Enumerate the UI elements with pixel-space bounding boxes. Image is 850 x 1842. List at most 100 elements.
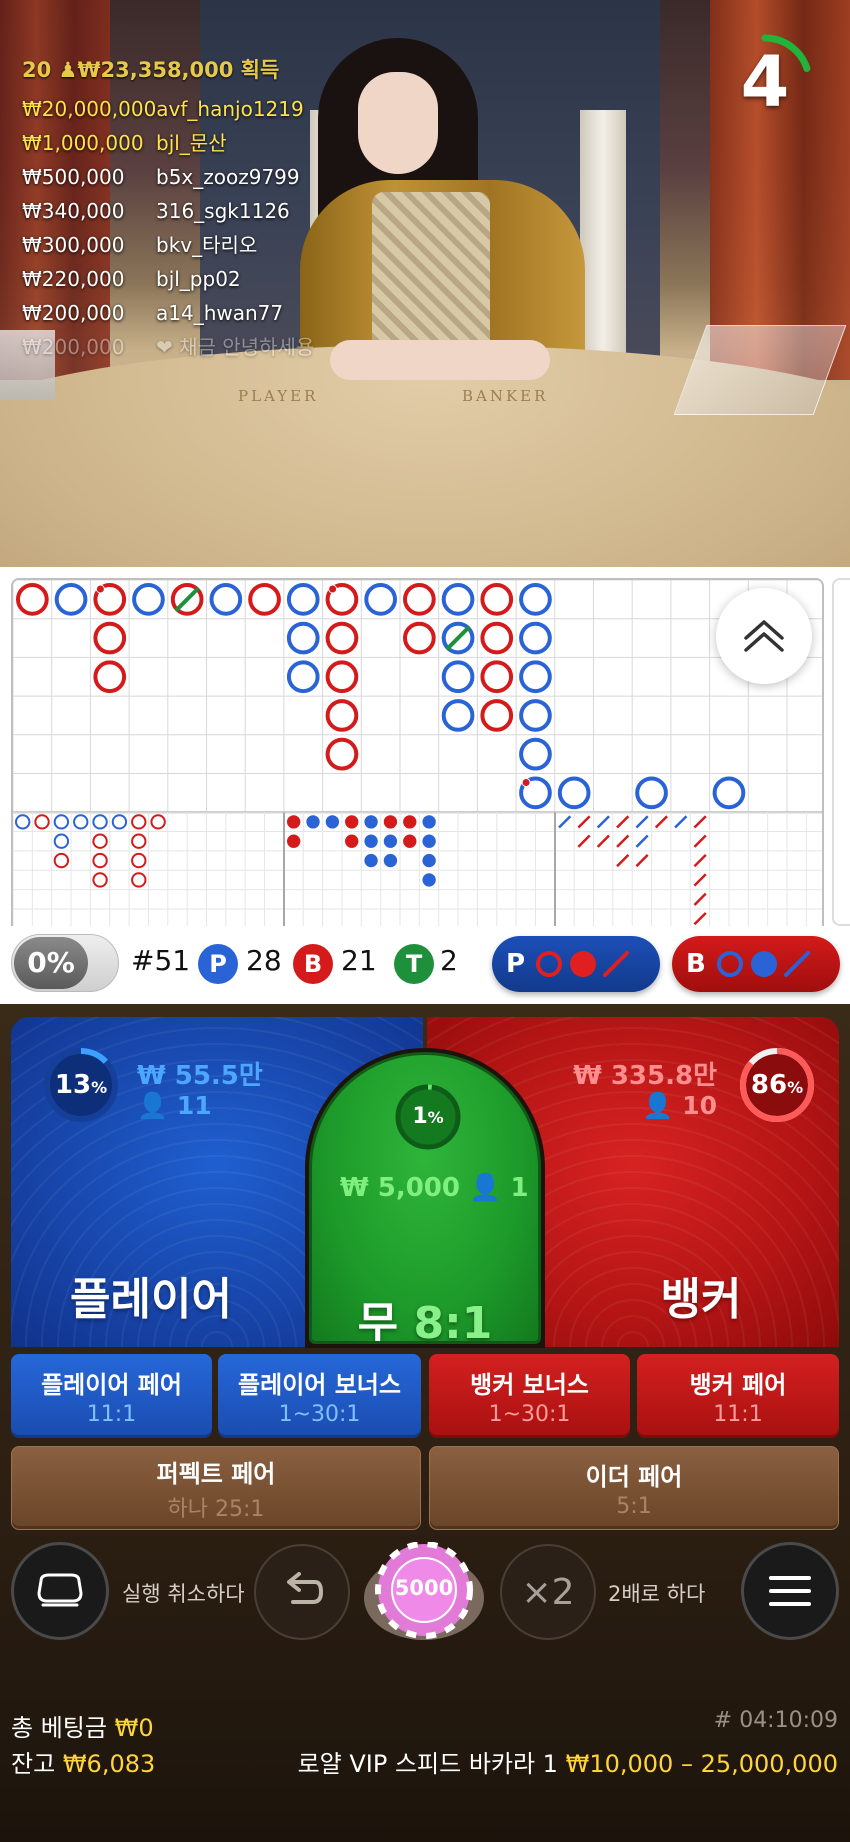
double-button[interactable]: ×2 xyxy=(500,1544,596,1640)
derived-road-mark xyxy=(422,834,436,848)
feed-user: b5x_zooz9799 xyxy=(156,165,300,189)
bigroad-mark xyxy=(480,660,514,694)
live-dealer-video: PLAYER BANKER 20 ♟₩23,358,000 획득 ₩20,000… xyxy=(0,0,850,567)
feed-user: a14_hwan77 xyxy=(156,301,284,325)
bigroad-mark xyxy=(557,776,591,810)
double-chevron-up-icon xyxy=(744,620,784,652)
feed-user: bjl_pp02 xyxy=(156,267,241,291)
side-bet-title: 플레이어 페어 xyxy=(41,1371,182,1399)
derived-road-mark xyxy=(422,815,436,829)
feed-row: ₩220,000 bjl_pp02 xyxy=(22,262,452,296)
chat-button[interactable] xyxy=(11,1542,109,1640)
bigroad-mark xyxy=(93,621,127,655)
derived-road-mark xyxy=(53,814,70,830)
bigroad-mark xyxy=(519,737,552,771)
menu-button[interactable] xyxy=(741,1542,839,1640)
derived-road-mark xyxy=(383,815,398,829)
banker-label: 뱅커 xyxy=(660,1274,742,1325)
derived-road-mark xyxy=(654,815,668,829)
derived-road-mark xyxy=(422,853,436,868)
bigroad-mark xyxy=(480,583,514,616)
derived-road-mark xyxy=(73,814,89,830)
balance: 잔고 ₩6,083 xyxy=(11,1750,156,1778)
side-bet-odds: 11:1 xyxy=(86,1402,137,1427)
chip-selector[interactable]: 5000 xyxy=(362,1542,486,1642)
bigroad-mark xyxy=(286,583,320,616)
perfect-pair-bet[interactable]: 퍼펙트 페어 하나 25:1 xyxy=(11,1446,421,1530)
bigroad-mark xyxy=(480,621,514,655)
derived-road-mark xyxy=(693,912,707,926)
derived-road-mark xyxy=(111,814,128,830)
derived-road-mark xyxy=(383,834,398,848)
derived-road-mark xyxy=(92,833,108,849)
bigroad-mark xyxy=(403,583,436,616)
table-info: 로얄 VIP 스피드 바카라 1 ₩10,000 – 25,000,000 xyxy=(297,1750,838,1778)
derived-road-mark xyxy=(558,815,572,829)
feed-header: 20 ♟₩23,358,000 획득 xyxy=(22,58,280,82)
bigroad-mark xyxy=(209,583,243,616)
feed-amount: ₩1,000,000 xyxy=(22,131,144,155)
bigroad-mark xyxy=(54,583,88,616)
bigroad-mark xyxy=(325,699,359,732)
tie-bet-zone[interactable]: 1% ₩ 5,000 👤 1 무 8:1 xyxy=(305,1048,545,1348)
banker-count-icon: B xyxy=(293,944,333,984)
ask-banker-button[interactable]: B xyxy=(672,936,840,992)
player-bettors: 👤 11 xyxy=(137,1091,212,1120)
predict-marks-icon xyxy=(536,951,630,977)
derived-road-mark xyxy=(693,834,707,848)
bigroad-mark xyxy=(519,621,552,655)
bigroad-mark xyxy=(325,660,359,694)
side-bet-odds: 1~30:1 xyxy=(278,1402,361,1427)
feed-user: bjl_문산 xyxy=(156,131,227,155)
user-icon: 👤 xyxy=(137,1091,169,1120)
ask-player-letter: P xyxy=(506,949,526,979)
derived-road-mark xyxy=(596,815,610,829)
next-roadmap-edge[interactable] xyxy=(832,578,850,926)
countdown-timer: 4 xyxy=(715,32,815,132)
feed-amount: ₩340,000 xyxy=(22,199,125,223)
derived-road-mark xyxy=(616,834,630,848)
feed-user: avf_hanjo1219 xyxy=(156,97,304,121)
banker-bettors: 👤 10 xyxy=(642,1091,717,1120)
derived-road-mark xyxy=(635,815,649,829)
derived-road-mark xyxy=(345,834,359,848)
ask-player-button[interactable]: P xyxy=(492,936,660,992)
player-count-icon: P xyxy=(198,944,238,984)
derived-road-mark xyxy=(674,815,688,829)
win-rate-percent: 0% xyxy=(14,937,88,989)
derived-road-mark xyxy=(693,815,707,829)
either-pair-bet[interactable]: 이더 페어 5:1 xyxy=(429,1446,839,1530)
banker-count: 21 xyxy=(341,944,377,977)
banker-pair-bet[interactable]: 뱅커 페어 11:1 xyxy=(637,1354,839,1438)
bigroad-mark xyxy=(635,776,668,810)
tie-label: 무 8:1 xyxy=(357,1298,493,1344)
feed-row: ₩300,000 bkv_타리오 xyxy=(22,228,452,262)
undo-button[interactable] xyxy=(254,1544,350,1640)
side-bet-title: 이더 페어 xyxy=(585,1463,683,1491)
banker-bonus-bet[interactable]: 뱅커 보너스 1~30:1 xyxy=(429,1354,630,1438)
derived-road-mark xyxy=(403,815,417,829)
bigroad-mark xyxy=(441,660,475,694)
predict-marks-icon xyxy=(716,951,810,977)
derived-road-mark xyxy=(635,834,649,848)
expand-roadmap-button[interactable] xyxy=(716,588,812,684)
tie-percent: 1% xyxy=(412,1104,444,1129)
player-count: 28 xyxy=(246,944,282,977)
tie-mark xyxy=(174,586,200,613)
derived-road-mark xyxy=(150,814,166,830)
banker-percent-ring: 86% xyxy=(737,1045,817,1125)
player-pair-bet[interactable]: 플레이어 페어 11:1 xyxy=(11,1354,212,1438)
derived-road-mark xyxy=(616,815,630,829)
derived-road-mark xyxy=(364,853,378,868)
win-rate-toggle[interactable]: 0% xyxy=(11,934,119,992)
side-bet-odds: 5:1 xyxy=(616,1494,652,1519)
bigroad-mark xyxy=(519,699,552,732)
feed-amount: ₩200,000 xyxy=(22,301,125,325)
derived-road-mark xyxy=(287,815,301,829)
bigroad-mark xyxy=(325,737,359,771)
player-bonus-bet[interactable]: 플레이어 보너스 1~30:1 xyxy=(218,1354,421,1438)
bigroad-mark xyxy=(480,699,514,732)
feed-user: 316_sgk1126 xyxy=(156,199,290,223)
side-bet-title: 퍼펙트 페어 xyxy=(156,1459,276,1488)
bigroad-mark xyxy=(403,621,436,655)
